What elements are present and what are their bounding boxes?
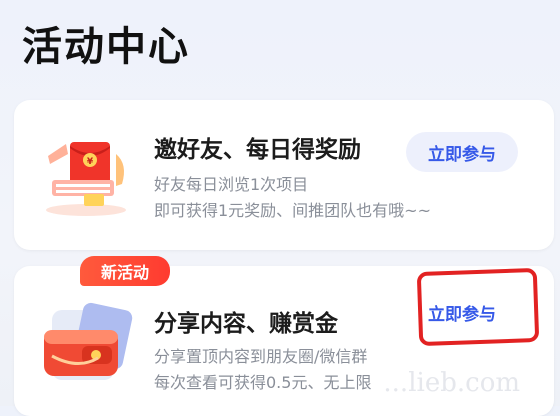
card-desc-line-1: 好友每日浏览1次项目 xyxy=(154,175,309,194)
activity-card-invite[interactable]: ¥ 邀好友、每日得奖励 好友每日浏览1次项目 即可获得1元奖励、间推团队也有哦~… xyxy=(14,100,554,250)
red-envelope-gift-icon: ¥ xyxy=(36,134,136,218)
svg-text:¥: ¥ xyxy=(87,157,94,167)
red-highlight-annotation xyxy=(416,267,540,347)
card-title: 分享内容、赚赏金 xyxy=(154,311,338,337)
card-title: 邀好友、每日得奖励 xyxy=(154,137,361,163)
page-title: 活动中心 xyxy=(22,24,190,70)
watermark: ...lieb.com xyxy=(383,368,520,398)
new-activity-badge: 新活动 xyxy=(80,256,170,286)
card-desc-line-1: 分享置顶内容到朋友圈/微信群 xyxy=(154,347,368,366)
red-wallet-icon xyxy=(38,300,138,390)
card-desc-line-2: 每次查看可获得0.5元、无上限 xyxy=(154,373,372,392)
card-desc-line-2: 即可获得1元奖励、间推团队也有哦~~ xyxy=(154,201,431,220)
join-button-invite[interactable]: 立即参与 xyxy=(406,132,518,172)
